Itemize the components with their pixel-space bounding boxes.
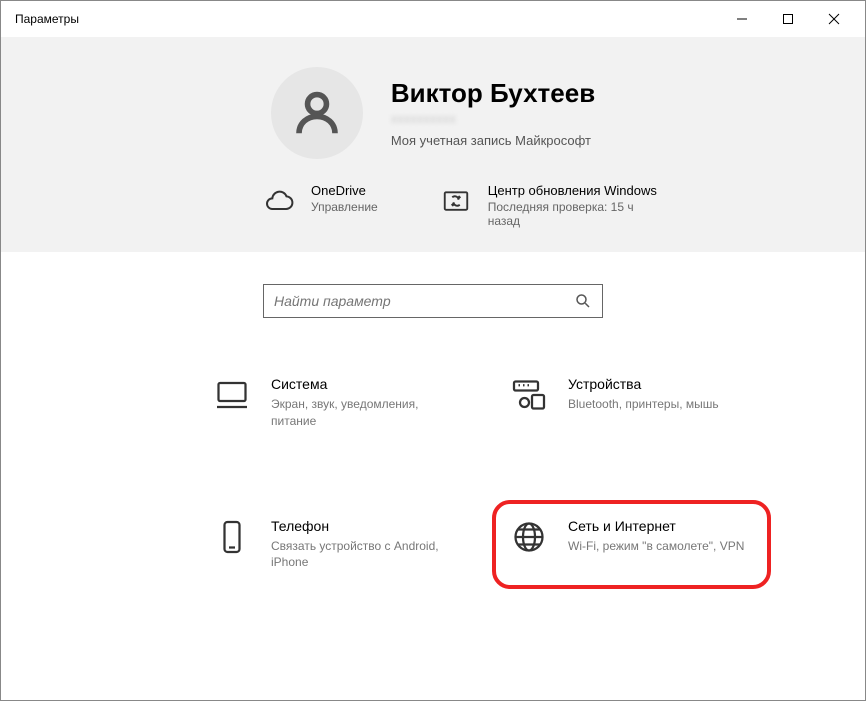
category-network-sub: Wi-Fi, режим "в самолете", VPN xyxy=(568,538,744,555)
category-phone-text: Телефон Связать устройство с Android, iP… xyxy=(271,518,451,572)
close-icon xyxy=(828,13,840,25)
search-box[interactable] xyxy=(263,284,603,318)
category-devices-sub: Bluetooth, принтеры, мышь xyxy=(568,396,719,413)
category-phone-sub: Связать устройство с Android, iPhone xyxy=(271,538,451,572)
quick-update-sub: Последняя проверка: 15 ч назад xyxy=(488,200,638,228)
category-devices[interactable]: Устройства Bluetooth, принтеры, мышь xyxy=(498,364,765,442)
category-devices-text: Устройства Bluetooth, принтеры, мышь xyxy=(568,376,719,413)
titlebar: Параметры xyxy=(1,1,865,37)
devices-icon xyxy=(510,376,548,414)
quick-onedrive-sub: Управление xyxy=(311,200,378,214)
quick-update-title: Центр обновления Windows xyxy=(488,183,657,198)
maximize-icon xyxy=(782,13,794,25)
profile-text: Виктор Бухтеев xxxxxxxxxx Моя учетная за… xyxy=(391,78,595,148)
cloud-icon xyxy=(261,183,297,219)
minimize-icon xyxy=(736,13,748,25)
category-system-title: Система xyxy=(271,376,451,392)
user-email-blurred: xxxxxxxxxx xyxy=(391,111,595,127)
category-system-text: Система Экран, звук, уведомления, питани… xyxy=(271,376,451,430)
quick-links: OneDrive Управление Центр обновления Win… xyxy=(41,183,825,228)
avatar[interactable] xyxy=(271,67,363,159)
category-phone-title: Телефон xyxy=(271,518,451,534)
quick-update-text: Центр обновления Windows Последняя прове… xyxy=(488,183,657,228)
quick-update[interactable]: Центр обновления Windows Последняя прове… xyxy=(438,183,657,228)
window-title: Параметры xyxy=(15,12,79,26)
category-devices-title: Устройства xyxy=(568,376,719,392)
account-link[interactable]: Моя учетная запись Майкрософт xyxy=(391,133,595,148)
update-icon xyxy=(438,183,474,219)
window-controls xyxy=(719,3,857,35)
minimize-button[interactable] xyxy=(719,3,765,35)
quick-onedrive-title: OneDrive xyxy=(311,183,378,198)
search-input[interactable] xyxy=(274,293,574,309)
profile-row: Виктор Бухтеев xxxxxxxxxx Моя учетная за… xyxy=(41,67,825,159)
phone-icon xyxy=(213,518,251,556)
quick-onedrive[interactable]: OneDrive Управление xyxy=(261,183,378,228)
close-button[interactable] xyxy=(811,3,857,35)
search-icon xyxy=(574,292,592,310)
maximize-button[interactable] xyxy=(765,3,811,35)
category-system[interactable]: Система Экран, звук, уведомления, питани… xyxy=(201,364,468,442)
globe-icon xyxy=(510,518,548,556)
user-name: Виктор Бухтеев xyxy=(391,78,595,109)
category-phone[interactable]: Телефон Связать устройство с Android, iP… xyxy=(201,506,468,584)
categories-grid: Система Экран, звук, уведомления, питани… xyxy=(1,328,865,583)
user-icon xyxy=(290,86,344,140)
category-network-title: Сеть и Интернет xyxy=(568,518,744,534)
category-network-text: Сеть и Интернет Wi-Fi, режим "в самолете… xyxy=(568,518,744,555)
category-system-sub: Экран, звук, уведомления, питание xyxy=(271,396,451,430)
quick-onedrive-text: OneDrive Управление xyxy=(311,183,378,214)
header-area: Виктор Бухтеев xxxxxxxxxx Моя учетная за… xyxy=(1,37,865,252)
settings-window: Параметры Виктор Бухтеев xxxxxxx xyxy=(0,0,866,701)
search-row xyxy=(1,252,865,328)
category-network[interactable]: Сеть и Интернет Wi-Fi, режим "в самолете… xyxy=(498,506,765,584)
system-icon xyxy=(213,376,251,414)
